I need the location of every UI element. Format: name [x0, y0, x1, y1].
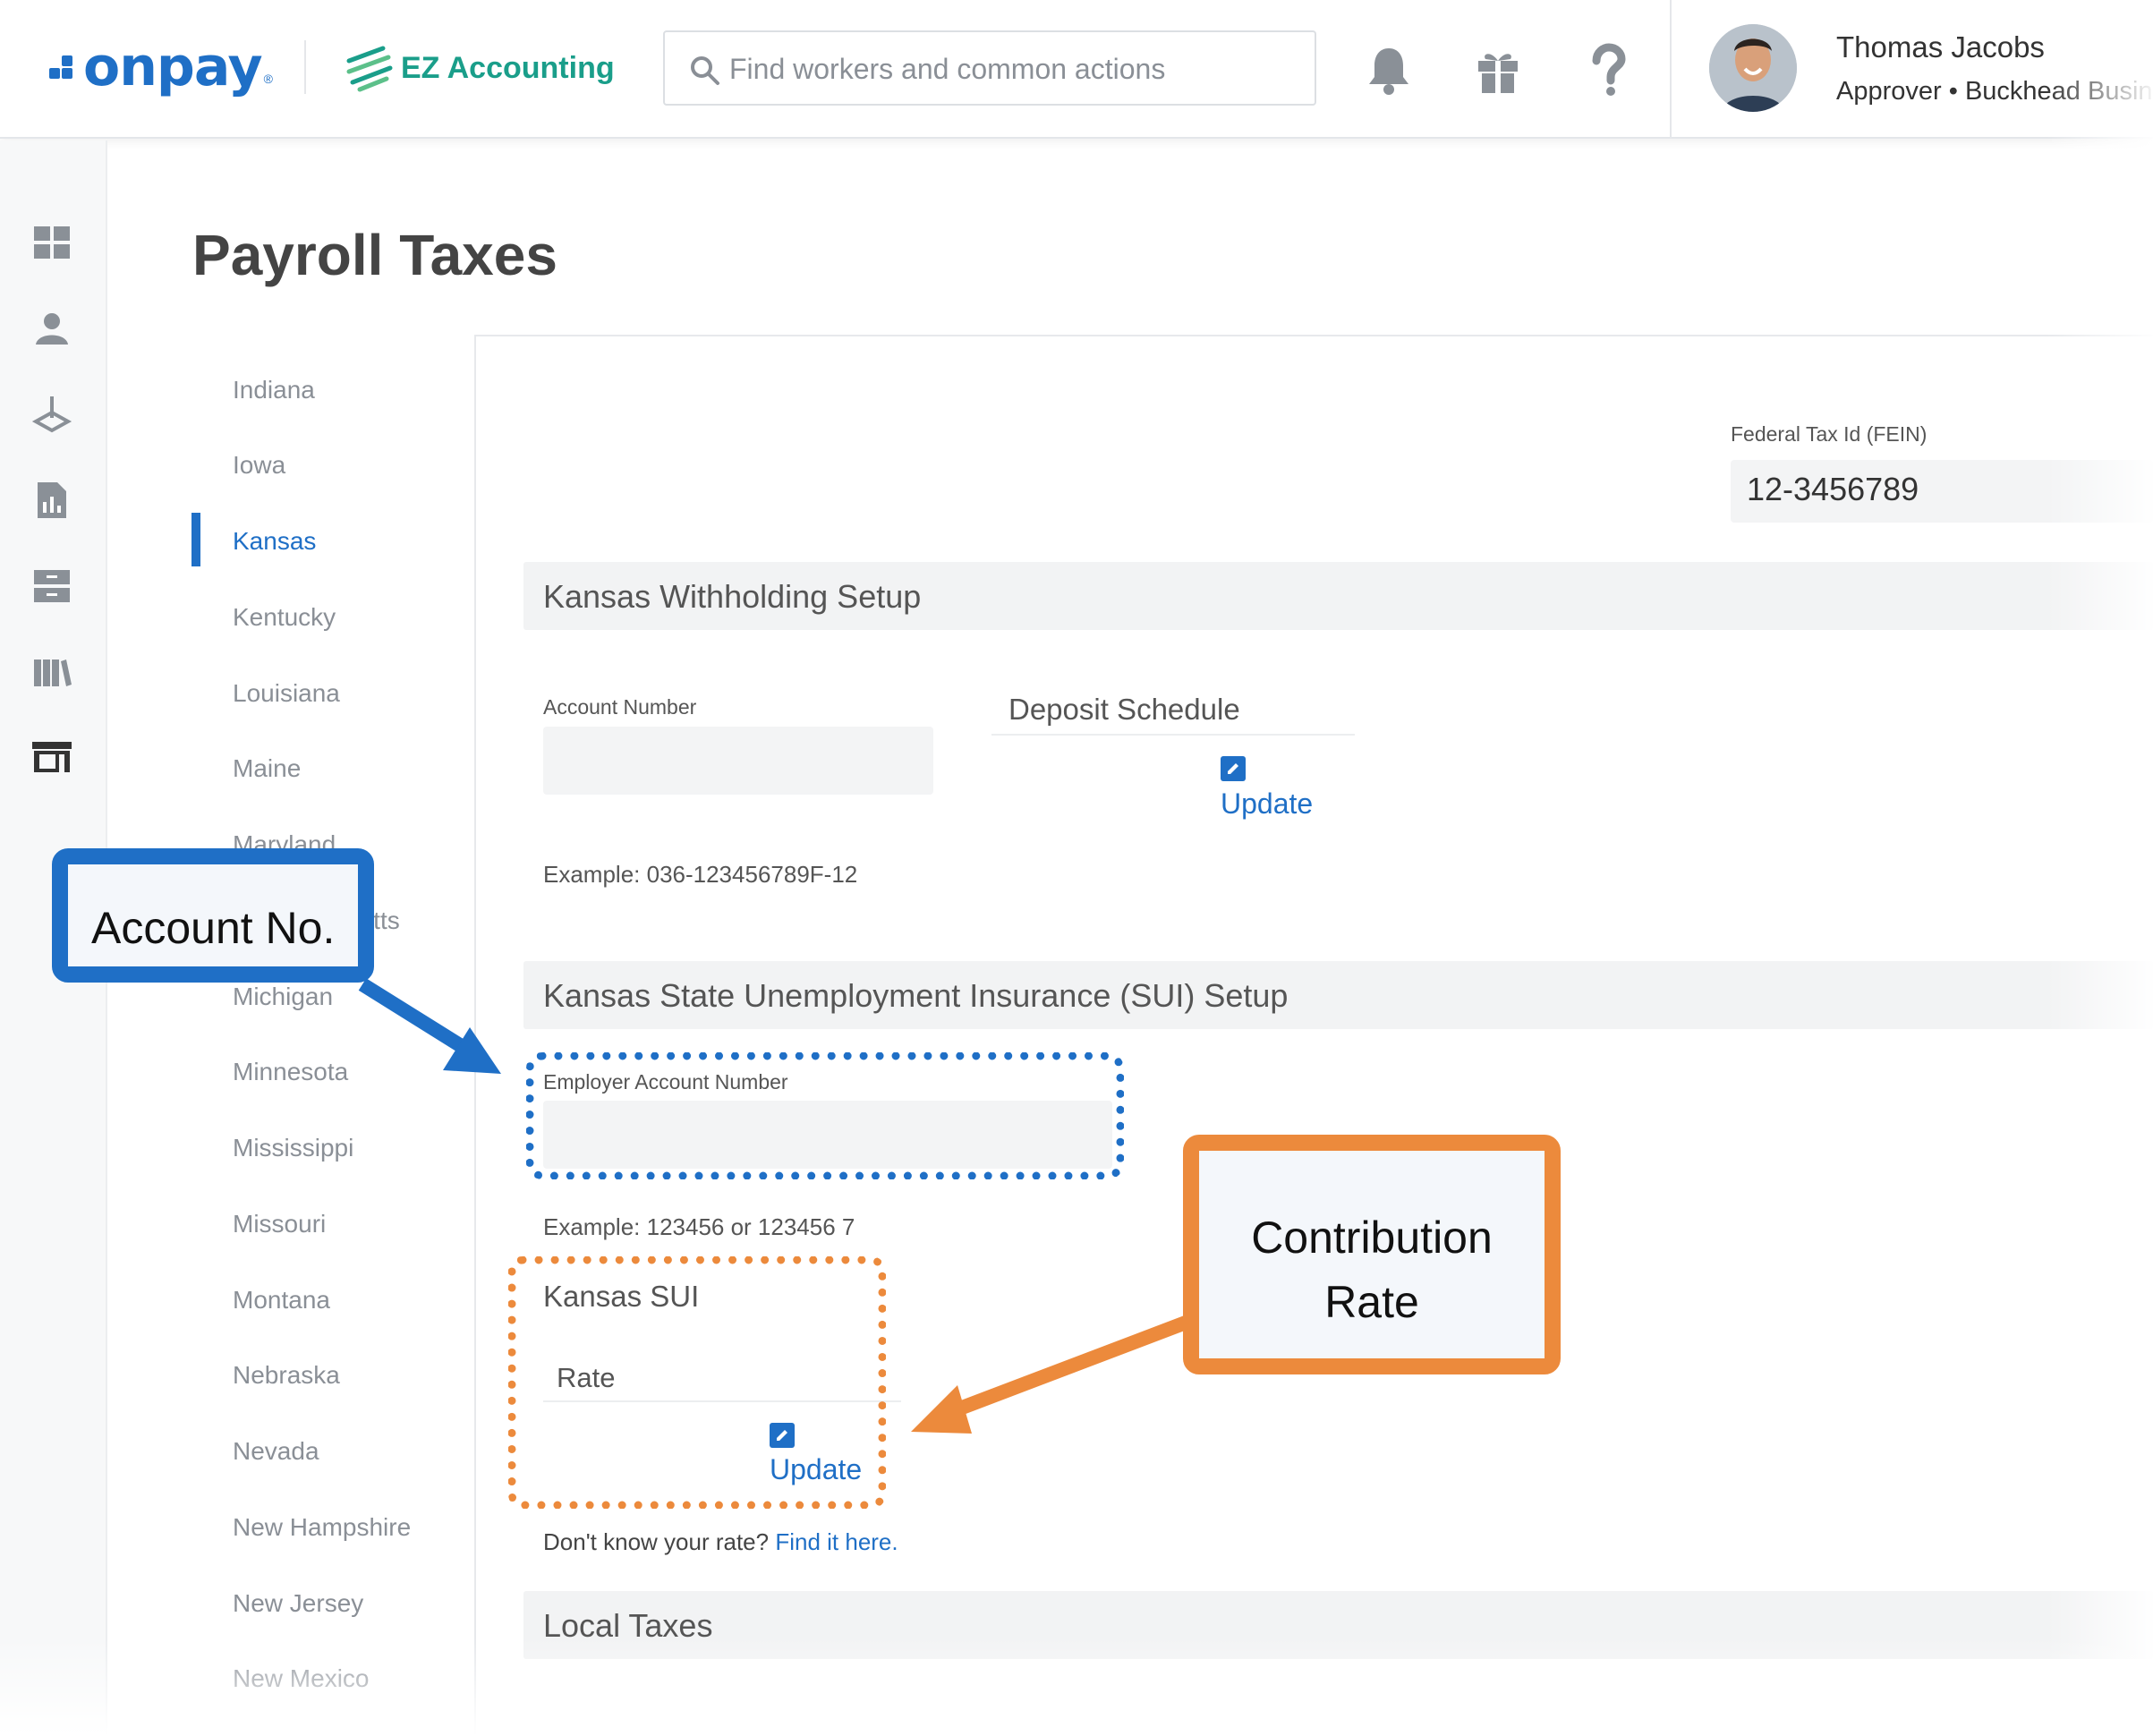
- contribution-rate-highlight: [508, 1256, 886, 1509]
- top-bar: onpay ® EZ Accounting Find workers and c…: [0, 0, 2153, 139]
- find-rate-link[interactable]: Find it here.: [775, 1528, 898, 1555]
- library-icon[interactable]: [30, 651, 73, 694]
- contribution-rate-callout-line2: Rate: [1324, 1277, 1419, 1327]
- sui-section-header: Kansas State Unemployment Insurance (SUI…: [523, 961, 2153, 1029]
- help-icon[interactable]: [1582, 43, 1632, 97]
- account-callout-arrow: [358, 978, 479, 1060]
- gift-icon[interactable]: [1473, 43, 1523, 97]
- header-divider: [304, 40, 306, 94]
- state-item-kentucky[interactable]: Kentucky: [233, 603, 336, 632]
- ez-accounting-text: EZ Accounting: [401, 50, 615, 85]
- deposit-schedule-divider: [991, 734, 1355, 736]
- bell-icon[interactable]: [1364, 43, 1414, 97]
- withholding-section-title: Kansas Withholding Setup: [543, 578, 922, 615]
- state-item-iowa[interactable]: Iowa: [233, 451, 285, 480]
- state-item-missouri[interactable]: Missouri: [233, 1210, 326, 1238]
- onpay-logo-mark: [49, 54, 80, 81]
- state-item-michigan[interactable]: Michigan: [233, 983, 333, 1011]
- account-number-callout: Account No.: [52, 848, 374, 983]
- onpay-logo-text: onpay: [83, 36, 263, 98]
- state-item-minnesota[interactable]: Minnesota: [233, 1058, 348, 1086]
- contribution-rate-callout: Contribution Rate: [1183, 1135, 1561, 1374]
- state-item-nebraska[interactable]: Nebraska: [233, 1361, 340, 1390]
- deposit-schedule-update-link[interactable]: Update: [1221, 787, 1313, 821]
- local-taxes-section-title: Local Taxes: [543, 1607, 713, 1644]
- onpay-registered-mark: ®: [263, 72, 273, 86]
- state-item-louisiana[interactable]: Louisiana: [233, 679, 340, 708]
- employer-account-highlight: [526, 1052, 1124, 1179]
- reports-icon[interactable]: [30, 479, 73, 522]
- account-number-example: Example: 036-123456789F-12: [543, 861, 858, 888]
- state-item-new-mexico[interactable]: New Mexico: [233, 1664, 369, 1693]
- avatar[interactable]: [1709, 24, 1797, 112]
- dashboard-icon[interactable]: [30, 221, 73, 264]
- state-item-indiana[interactable]: Indiana: [233, 376, 315, 404]
- account-number-field[interactable]: [543, 727, 933, 795]
- rate-help-prefix: Don't know your rate?: [543, 1528, 770, 1555]
- local-taxes-section-header: Local Taxes: [523, 1591, 2153, 1659]
- state-item-new-jersey[interactable]: New Jersey: [233, 1589, 363, 1618]
- search-icon: [691, 56, 719, 85]
- store-icon[interactable]: [30, 736, 73, 779]
- state-item-montana[interactable]: Montana: [233, 1286, 330, 1315]
- user-name[interactable]: Thomas Jacobs: [1836, 30, 2045, 64]
- search-box[interactable]: [663, 30, 1316, 106]
- state-item-nevada[interactable]: Nevada: [233, 1437, 319, 1466]
- header-divider-right: [1670, 0, 1672, 139]
- user-photo-icon: [1709, 24, 1797, 112]
- edit-icon[interactable]: [1221, 756, 1246, 781]
- fein-label: Federal Tax Id (FEIN): [1731, 422, 1927, 446]
- account-number-callout-text: Account No.: [91, 903, 336, 953]
- state-item-new-hampshire[interactable]: New Hampshire: [233, 1513, 411, 1542]
- files-icon[interactable]: [30, 565, 73, 608]
- employer-account-number-example: Example: 123456 or 123456 7: [543, 1213, 855, 1240]
- account-number-label: Account Number: [543, 695, 697, 719]
- search-input[interactable]: [729, 43, 1302, 95]
- payroll-icon[interactable]: [30, 393, 73, 436]
- rate-help-text: Don't know your rate? Find it here.: [543, 1528, 898, 1556]
- ez-accounting-logo: EZ Accounting: [344, 43, 615, 93]
- contribution-rate-callout-line1: Contribution: [1251, 1213, 1493, 1263]
- state-item-mississippi[interactable]: Mississippi: [233, 1134, 353, 1162]
- tax-settings-panel: [474, 335, 2153, 1736]
- active-state-indicator: [191, 513, 200, 566]
- user-role: Approver • Buckhead Busin: [1836, 77, 2153, 106]
- page-title: Payroll Taxes: [192, 223, 557, 287]
- sui-section-title: Kansas State Unemployment Insurance (SUI…: [543, 977, 1289, 1014]
- ez-accounting-logo-icon: [346, 46, 393, 92]
- fein-value: 12-3456789: [1747, 471, 1919, 507]
- state-item-maine[interactable]: Maine: [233, 754, 301, 783]
- people-icon[interactable]: [30, 307, 73, 350]
- state-item-kansas[interactable]: Kansas: [233, 527, 316, 556]
- onpay-logo[interactable]: onpay ®: [49, 36, 273, 98]
- deposit-schedule-label: Deposit Schedule: [1008, 693, 1240, 726]
- withholding-section-header: Kansas Withholding Setup: [523, 562, 2153, 630]
